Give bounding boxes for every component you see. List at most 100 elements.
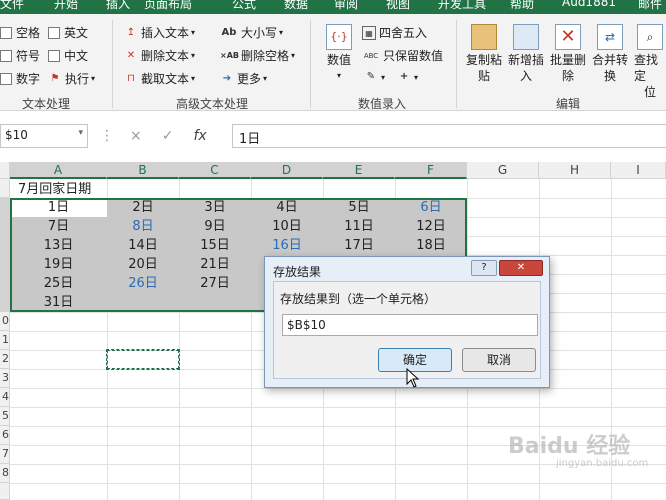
checkbox-icon [0, 49, 12, 62]
tab-insert[interactable]: 插入 [106, 0, 130, 12]
column-header-h[interactable]: H [539, 162, 611, 179]
row-header[interactable]: 1 [0, 331, 10, 350]
row-header[interactable] [0, 179, 10, 198]
day-cell[interactable]: 15日 [179, 236, 251, 255]
row-header[interactable] [0, 274, 10, 293]
day-cell[interactable]: 14日 [107, 236, 179, 255]
row-header[interactable]: 2 [0, 350, 10, 369]
day-cell[interactable]: 10日 [251, 217, 323, 236]
tab-file[interactable]: 文件 [0, 0, 24, 12]
checkbox-space[interactable]: 空格 [0, 24, 40, 41]
day-cell[interactable]: 21日 [179, 255, 251, 274]
batch-delete-button[interactable]: ✕ 批量删 除 [550, 24, 586, 84]
column-header-f[interactable]: F [395, 162, 467, 179]
chevron-down-icon: ▾ [91, 74, 96, 83]
tab-review[interactable]: 审阅 [334, 0, 358, 12]
row-header[interactable] [0, 255, 10, 274]
tab-home[interactable]: 开始 [54, 0, 78, 12]
round-button[interactable]: ▦ 四舍五入 [362, 24, 427, 41]
formula-input[interactable]: 1日 [232, 124, 666, 148]
day-cell[interactable]: 13日 [10, 236, 107, 255]
row-header[interactable]: 5 [0, 407, 10, 426]
day-cell[interactable]: 18日 [395, 236, 467, 255]
day-cell[interactable] [179, 293, 251, 312]
column-header-b[interactable]: B [107, 162, 179, 179]
day-cell[interactable]: 31日 [10, 293, 107, 312]
day-cell[interactable]: 6日 [395, 198, 467, 217]
tab-help[interactable]: 帮助 [510, 0, 534, 12]
day-cell[interactable]: 19日 [10, 255, 107, 274]
execute-button[interactable]: ⚑ 执行 ▾ [48, 70, 96, 87]
tab-addin[interactable]: Aud1881 [562, 0, 616, 9]
sheet-title-cell[interactable]: 7月回家日期 [18, 180, 91, 199]
cell-reference-input[interactable]: $B$10 [282, 314, 538, 336]
row-header[interactable]: 3 [0, 369, 10, 388]
edit-tools-button[interactable]: ✎ ▾ + ▾ [364, 70, 418, 84]
delete-space-button[interactable]: ×AB 删除空格 ▾ [220, 47, 295, 64]
tab-formulas[interactable]: 公式 [232, 0, 256, 12]
day-cell[interactable]: 11日 [323, 217, 395, 236]
keep-value-button[interactable]: ABC 只保留数值 [362, 47, 443, 64]
more-button[interactable]: ➔ 更多 ▾ [220, 70, 267, 87]
day-cell[interactable]: 8日 [107, 217, 179, 236]
target-cell-marquee[interactable] [106, 349, 180, 370]
day-cell[interactable]: 1日 [10, 198, 107, 217]
insert-text-button[interactable]: ↥ 插入文本 ▾ [124, 24, 195, 41]
row-header[interactable] [0, 217, 10, 236]
checkbox-english[interactable]: 英文 [48, 24, 88, 41]
name-box[interactable]: $10 ▾ [0, 124, 88, 148]
tab-data[interactable]: 数据 [284, 0, 308, 12]
cancel-button[interactable]: 取消 [462, 348, 536, 372]
column-header-g[interactable]: G [467, 162, 539, 179]
add-insert-button[interactable]: 新增插 入 [508, 24, 544, 84]
day-cell[interactable]: 9日 [179, 217, 251, 236]
extract-text-button[interactable]: ⊓ 截取文本 ▾ [124, 70, 195, 87]
column-header-d[interactable]: D [251, 162, 323, 179]
row-header[interactable]: 7 [0, 445, 10, 464]
checkbox-symbol[interactable]: 符号 [0, 47, 40, 64]
checkbox-chinese[interactable]: 中文 [48, 47, 88, 64]
tab-view[interactable]: 视图 [386, 0, 410, 12]
row-header[interactable]: 6 [0, 426, 10, 445]
day-cell[interactable]: 7日 [10, 217, 107, 236]
day-cell[interactable]: 12日 [395, 217, 467, 236]
find-locate-button[interactable]: ⌕ 查找定 位 [634, 24, 666, 100]
row-header[interactable] [0, 236, 10, 255]
day-cell[interactable]: 20日 [107, 255, 179, 274]
function-icon[interactable]: fx [193, 128, 206, 144]
day-cell[interactable]: 5日 [323, 198, 395, 217]
day-cell[interactable]: 3日 [179, 198, 251, 217]
row-header[interactable] [0, 293, 10, 312]
cancel-icon[interactable]: × [130, 128, 142, 144]
day-cell[interactable]: 26日 [107, 274, 179, 293]
row-header[interactable] [0, 483, 10, 500]
case-button[interactable]: Ab 大小写 ▾ [220, 24, 283, 41]
column-header-a[interactable]: A [10, 162, 107, 179]
select-all-corner[interactable] [0, 162, 10, 179]
row-header[interactable]: 8 [0, 464, 10, 483]
numeric-button[interactable]: {·} 数值 ▾ [326, 24, 352, 84]
checkbox-number[interactable]: 数字 [0, 70, 40, 87]
tab-mail[interactable]: 邮件 [638, 0, 662, 12]
column-header-c[interactable]: C [179, 162, 251, 179]
column-header-i[interactable]: I [611, 162, 666, 179]
day-cell[interactable]: 2日 [107, 198, 179, 217]
row-header[interactable]: 4 [0, 388, 10, 407]
copy-paste-button[interactable]: 复制粘 贴 [466, 24, 502, 84]
delete-text-button[interactable]: ✕ 删除文本 ▾ [124, 47, 195, 64]
merge-convert-button[interactable]: ⇄ 合并转 换 [592, 24, 628, 84]
column-header-e[interactable]: E [323, 162, 395, 179]
tab-developer[interactable]: 开发工具 [438, 0, 486, 12]
close-icon[interactable]: ✕ [499, 260, 543, 276]
row-header[interactable]: 0 [0, 312, 10, 331]
day-cell[interactable]: 16日 [251, 236, 323, 255]
day-cell[interactable]: 27日 [179, 274, 251, 293]
help-icon[interactable]: ? [471, 260, 497, 276]
day-cell[interactable]: 17日 [323, 236, 395, 255]
day-cell[interactable] [107, 293, 179, 312]
confirm-icon[interactable]: ✓ [162, 128, 174, 144]
day-cell[interactable]: 4日 [251, 198, 323, 217]
tab-page-layout[interactable]: 页面布局 [144, 0, 192, 12]
day-cell[interactable]: 25日 [10, 274, 107, 293]
row-header[interactable] [0, 198, 10, 217]
